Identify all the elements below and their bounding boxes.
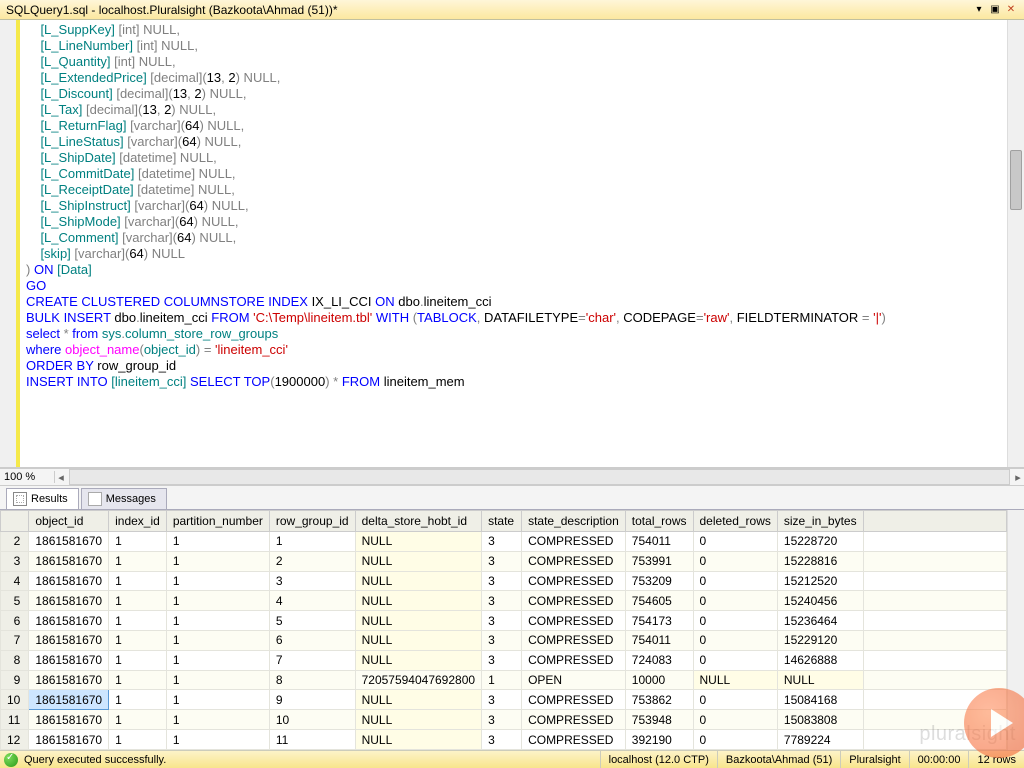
results-grid[interactable]: object_idindex_idpartition_numberrow_gro…: [0, 510, 1007, 750]
status-message: Query executed successfully.: [22, 754, 600, 766]
dropdown-icon[interactable]: ▾: [972, 3, 986, 17]
messages-icon: [88, 492, 102, 506]
restore-icon[interactable]: ▣: [988, 3, 1002, 17]
table-row[interactable]: 1218615816701111NULL3COMPRESSED392190077…: [1, 730, 1007, 750]
tab-messages[interactable]: Messages: [81, 488, 167, 509]
table-row[interactable]: 71861581670116NULL3COMPRESSED75401101522…: [1, 631, 1007, 651]
status-time: 00:00:00: [909, 751, 969, 768]
editor-footer: 100 % ◂ ▸: [0, 468, 1024, 486]
document-tab-header: SQLQuery1.sql - localhost.Pluralsight (B…: [0, 0, 1024, 20]
table-row[interactable]: 41861581670113NULL3COMPRESSED75320901521…: [1, 571, 1007, 591]
editor-gutter: [0, 20, 20, 467]
zoom-level[interactable]: 100 %: [0, 471, 55, 483]
column-header[interactable]: row_group_id: [269, 511, 355, 532]
status-bar: Query executed successfully. localhost (…: [0, 750, 1024, 768]
tab-results[interactable]: Results: [6, 488, 79, 509]
tab-results-label: Results: [31, 493, 68, 505]
results-tabs: Results Messages: [0, 486, 1024, 510]
column-header[interactable]: object_id: [29, 511, 109, 532]
results-grid-pane: object_idindex_idpartition_numberrow_gro…: [0, 510, 1024, 750]
table-row[interactable]: 61861581670115NULL3COMPRESSED75417301523…: [1, 611, 1007, 631]
scroll-right-icon[interactable]: ▸: [1012, 471, 1024, 484]
sql-editor-pane: [L_SuppKey] [int] NULL, [L_LineNumber] […: [0, 20, 1024, 468]
sql-editor[interactable]: [L_SuppKey] [int] NULL, [L_LineNumber] […: [20, 20, 1007, 467]
success-icon: [4, 753, 18, 767]
status-database: Pluralsight: [840, 751, 908, 768]
table-row[interactable]: 21861581670111NULL3COMPRESSED75401101522…: [1, 531, 1007, 551]
status-rowcount: 12 rows: [968, 751, 1024, 768]
table-row[interactable]: 101861581670119NULL3COMPRESSED7538620150…: [1, 690, 1007, 710]
column-header[interactable]: partition_number: [166, 511, 269, 532]
column-header[interactable]: deleted_rows: [693, 511, 777, 532]
table-row[interactable]: 1118615816701110NULL3COMPRESSED753948015…: [1, 710, 1007, 730]
column-header[interactable]: delta_store_hobt_id: [355, 511, 481, 532]
table-row[interactable]: 81861581670117NULL3COMPRESSED72408301462…: [1, 650, 1007, 670]
grid-vertical-scrollbar[interactable]: [1007, 510, 1024, 750]
scroll-left-icon[interactable]: ◂: [55, 471, 67, 484]
column-header[interactable]: state: [482, 511, 522, 532]
close-icon[interactable]: ✕: [1004, 3, 1018, 17]
editor-horizontal-scrollbar[interactable]: [69, 469, 1010, 485]
document-title: SQLQuery1.sql - localhost.Pluralsight (B…: [6, 3, 970, 17]
column-header[interactable]: size_in_bytes: [777, 511, 863, 532]
status-user: Bazkoota\Ahmad (51): [717, 751, 840, 768]
column-header[interactable]: index_id: [109, 511, 167, 532]
status-server: localhost (12.0 CTP): [600, 751, 717, 768]
column-header[interactable]: state_description: [522, 511, 626, 532]
column-header[interactable]: total_rows: [625, 511, 693, 532]
editor-vertical-scrollbar[interactable]: [1007, 20, 1024, 467]
table-row[interactable]: 91861581670118720575940476928001OPEN1000…: [1, 670, 1007, 690]
table-row[interactable]: 31861581670112NULL3COMPRESSED75399101522…: [1, 551, 1007, 571]
tab-messages-label: Messages: [106, 493, 156, 505]
results-grid-icon: [13, 492, 27, 506]
table-row[interactable]: 51861581670114NULL3COMPRESSED75460501524…: [1, 591, 1007, 611]
